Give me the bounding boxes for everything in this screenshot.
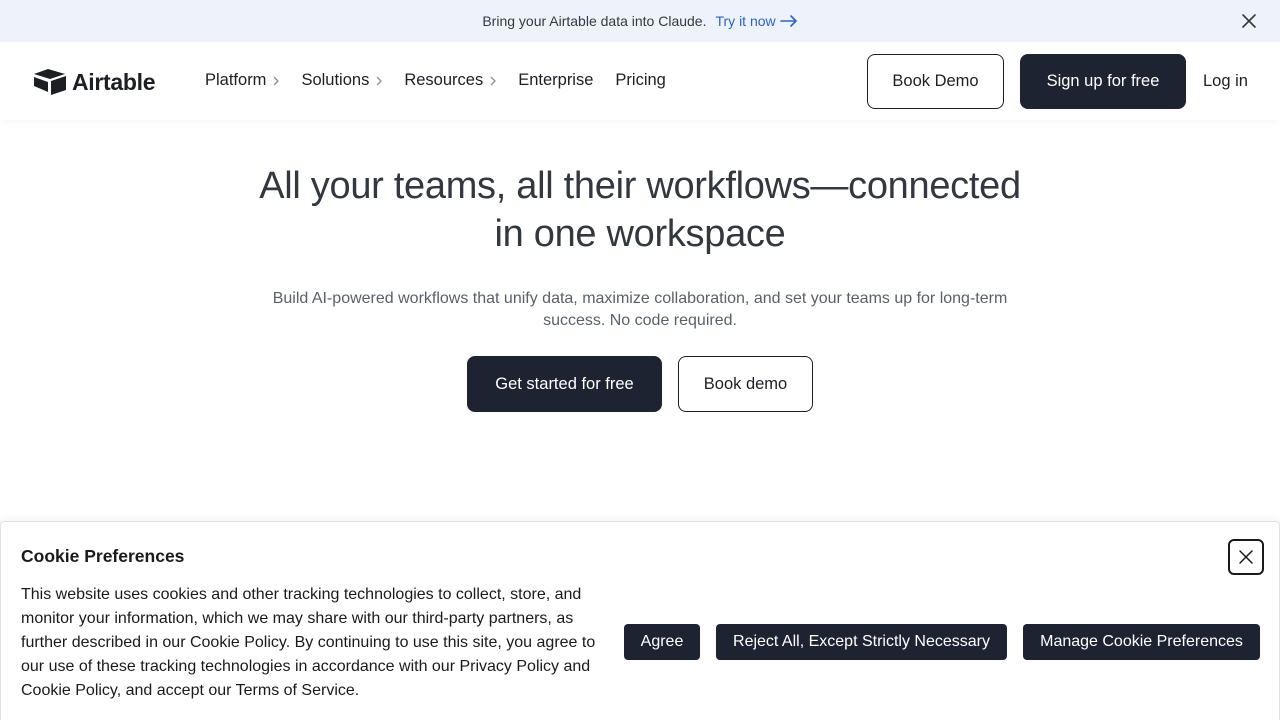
nav-label: Resources: [404, 71, 484, 89]
close-icon[interactable]: [1240, 12, 1258, 30]
cookie-body: This website uses cookies and other trac…: [21, 586, 596, 699]
nav-label: Pricing: [615, 71, 666, 89]
chevron-right-icon: [376, 76, 383, 85]
main-nav: Platform Solutions Resources Enterprise …: [205, 71, 688, 90]
manage-cookies-button[interactable]: Manage Cookie Preferences: [1023, 624, 1260, 660]
hero-book-demo-button[interactable]: Book demo: [678, 356, 813, 412]
cookie-close-button[interactable]: [1228, 539, 1264, 575]
nav-item-resources[interactable]: Resources: [404, 71, 497, 90]
site-header: Airtable Platform Solutions Resources En…: [0, 42, 1280, 120]
cookie-title: Cookie Preferences: [21, 546, 185, 566]
log-in-link[interactable]: Log in: [1203, 72, 1248, 91]
get-started-button[interactable]: Get started for free: [467, 356, 662, 412]
chevron-right-icon: [490, 76, 497, 85]
nav-item-pricing[interactable]: Pricing: [615, 71, 665, 90]
reject-all-button[interactable]: Reject All, Except Strictly Necessary: [716, 624, 1007, 660]
nav-item-enterprise[interactable]: Enterprise: [518, 71, 593, 90]
hero-title-line2: in one workspace: [494, 213, 786, 255]
hero-title: All your teams, all their workflows—conn…: [0, 162, 1280, 258]
chevron-right-icon: [273, 76, 280, 85]
hero-subtitle: Build AI-powered workflows that unify da…: [272, 290, 1008, 329]
airtable-logo[interactable]: Airtable: [33, 68, 156, 96]
close-icon: [1239, 550, 1253, 564]
nav-label: Enterprise: [518, 71, 594, 89]
airtable-logo-icon: [34, 69, 66, 95]
arrow-right-icon: [779, 15, 797, 27]
try-it-now-label: Try it now: [715, 13, 776, 29]
book-demo-button[interactable]: Book Demo: [867, 54, 1004, 109]
agree-button[interactable]: Agree: [624, 624, 700, 660]
cookie-banner: Cookie Preferences This website uses coo…: [0, 521, 1280, 720]
announcement-text: Bring your Airtable data into Claude.: [482, 13, 707, 29]
nav-label: Solutions: [301, 71, 370, 89]
nav-item-solutions[interactable]: Solutions: [301, 71, 383, 90]
announcement-bar: Bring your Airtable data into Claude. Tr…: [0, 0, 1280, 42]
nav-item-platform[interactable]: Platform: [205, 71, 280, 90]
sign-up-button[interactable]: Sign up for free: [1020, 54, 1186, 109]
logo-text: Airtable: [72, 68, 156, 95]
try-it-now-link[interactable]: Try it now: [715, 13, 797, 29]
nav-label: Platform: [205, 71, 267, 89]
hero-title-line1: All your teams, all their workflows—conn…: [259, 165, 1021, 207]
